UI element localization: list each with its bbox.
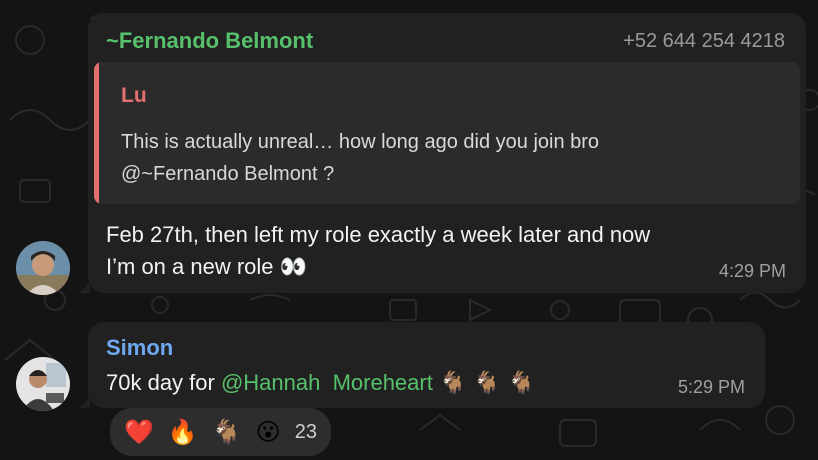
avatar-fernando[interactable]: [16, 241, 70, 295]
reaction-heart[interactable]: ❤️: [124, 420, 154, 444]
reactions-bar: ❤️ 🔥 🐐 😮 23: [110, 408, 331, 456]
reply-text: This is actually unreal… how long ago di…: [121, 126, 599, 190]
reaction-count[interactable]: 23: [295, 421, 317, 444]
bubble-tail: [78, 394, 90, 408]
reply-quote[interactable]: Lu This is actually unreal… how long ago…: [94, 62, 800, 204]
reply-author: Lu: [121, 84, 147, 107]
reply-text-line1: This is actually unreal… how long ago di…: [121, 131, 600, 153]
sender-phone: +52 644 254 4218: [623, 30, 785, 52]
avatar-fernando-image: [16, 241, 70, 295]
message-bubble-fernando[interactable]: ~Fernando Belmont +52 644 254 4218 Lu Th…: [78, 13, 806, 293]
sender-name[interactable]: ~Fernando Belmont: [106, 28, 313, 54]
avatar-simon-image: [16, 357, 70, 411]
bubble-tail: [78, 279, 90, 293]
reaction-goat[interactable]: 🐐: [212, 420, 242, 444]
message-text-line2: I’m on a new role 👀: [106, 251, 650, 284]
avatar-simon[interactable]: [16, 357, 70, 411]
sender-name[interactable]: Simon: [106, 335, 173, 361]
reply-text-line2: @~Fernando Belmont ?: [121, 163, 335, 185]
eyes-emoji: 👀: [279, 255, 308, 280]
message-text-prefix: 70k day for: [106, 370, 221, 395]
reaction-fire[interactable]: 🔥: [168, 420, 198, 444]
message-text: Feb 27th, then left my role exactly a we…: [106, 219, 650, 284]
reply-quote-accent: [94, 62, 99, 204]
message-time: 4:29 PM: [718, 261, 786, 281]
goat-emojis: 🐐 🐐 🐐: [438, 371, 536, 396]
message-text: 70k day for @Hannah Moreheart 🐐 🐐 🐐: [106, 367, 535, 400]
message-text-line2-words: I’m on a new role: [106, 254, 280, 279]
mention-link[interactable]: @Hannah Moreheart: [221, 370, 433, 395]
message-time: 5:29 PM: [677, 377, 745, 397]
message-bubble-simon[interactable]: Simon 70k day for @Hannah Moreheart 🐐 🐐 …: [78, 322, 765, 408]
message-text-line1: Feb 27th, then left my role exactly a we…: [106, 222, 651, 247]
reaction-surprised[interactable]: 😮: [256, 420, 281, 444]
